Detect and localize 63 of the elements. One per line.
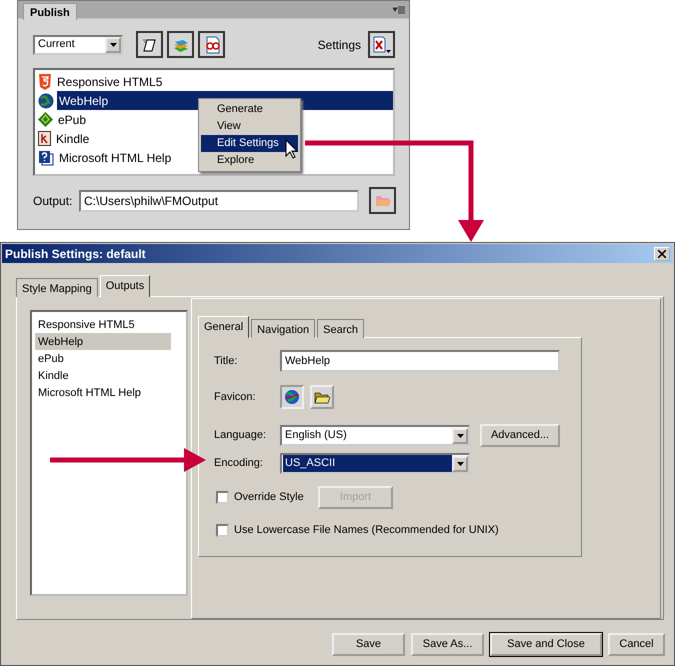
settings-icon — [372, 36, 392, 54]
output-item[interactable]: ePub — [35, 350, 171, 367]
title-field[interactable]: WebHelp — [280, 350, 560, 372]
shield-icon — [38, 74, 52, 90]
generate-button[interactable] — [136, 31, 163, 58]
epub-icon — [38, 112, 53, 127]
language-label: Language: — [214, 428, 267, 444]
view-button[interactable] — [167, 31, 194, 58]
dialog-button[interactable]: Save — [332, 633, 405, 656]
encoding-dropdown[interactable]: US_ASCII — [280, 453, 470, 474]
close-icon — [658, 250, 666, 258]
output-item[interactable]: Microsoft HTML Help — [35, 384, 171, 401]
output-label: Output: — [33, 192, 74, 210]
caret-icon — [456, 462, 464, 466]
checkbox[interactable] — [216, 491, 229, 504]
output-item[interactable]: Responsive HTML5 — [35, 72, 164, 91]
tab[interactable]: General — [198, 316, 250, 338]
output-item[interactable]: ePub — [35, 110, 88, 129]
panel-tab[interactable]: Publish — [23, 3, 77, 20]
close-button[interactable] — [654, 246, 670, 260]
dialog-button[interactable]: Save and Close — [490, 633, 602, 656]
folder-icon — [374, 194, 390, 207]
advanced-button[interactable]: Advanced... — [480, 424, 560, 447]
globe-icon — [284, 389, 300, 405]
favicon-label: Favicon: — [214, 390, 257, 405]
caret-icon — [456, 434, 464, 438]
output-item[interactable]: Kindle — [35, 129, 92, 148]
kindle-icon — [38, 131, 51, 146]
menu-item[interactable]: Generate — [201, 101, 298, 118]
favicon-button[interactable] — [280, 385, 304, 409]
checkbox-label: Use Lowercase File Names (Recommended for UNIX) — [234, 523, 499, 538]
preview-button[interactable] — [198, 31, 225, 58]
menu-icon[interactable] — [393, 6, 405, 14]
tab[interactable]: Outputs — [100, 275, 150, 297]
menu-item[interactable]: Edit Settings — [201, 135, 298, 152]
output-item[interactable]: Microsoft HTML Help — [35, 148, 174, 167]
settings-label: Settings — [318, 36, 361, 54]
tab[interactable]: Search — [317, 319, 364, 338]
tab[interactable]: Style Mapping — [16, 278, 98, 297]
caret-icon — [110, 42, 116, 46]
checkbox[interactable] — [216, 524, 229, 537]
menu-item[interactable]: View — [201, 118, 298, 135]
globe-icon — [38, 92, 54, 108]
output-item[interactable]: WebHelp — [35, 333, 171, 350]
dialog-button[interactable]: Save As... — [411, 633, 484, 656]
output-field[interactable]: C:\Users\philw\FMOutput — [79, 190, 359, 212]
tab[interactable]: Navigation — [251, 319, 316, 338]
cursor-icon — [286, 138, 298, 159]
dialog-button[interactable]: Cancel — [608, 633, 665, 656]
page-icon — [142, 36, 158, 52]
help-icon — [38, 150, 54, 166]
preset-dropdown[interactable]: Current — [33, 34, 123, 54]
encoding-label: Encoding: — [214, 456, 264, 472]
checkbox-label: Override Style — [234, 490, 305, 506]
menu-item[interactable]: Explore — [201, 152, 298, 169]
settings-button[interactable] — [368, 31, 395, 58]
browse-button[interactable] — [369, 187, 396, 214]
folder-icon — [314, 390, 330, 404]
output-item[interactable]: Kindle — [35, 367, 171, 384]
title-label: Title: — [214, 354, 238, 369]
dialog-title: Publish Settings: default — [5, 246, 146, 262]
output-item[interactable]: Responsive HTML5 — [35, 316, 171, 333]
language-dropdown[interactable]: English (US) — [280, 425, 470, 446]
